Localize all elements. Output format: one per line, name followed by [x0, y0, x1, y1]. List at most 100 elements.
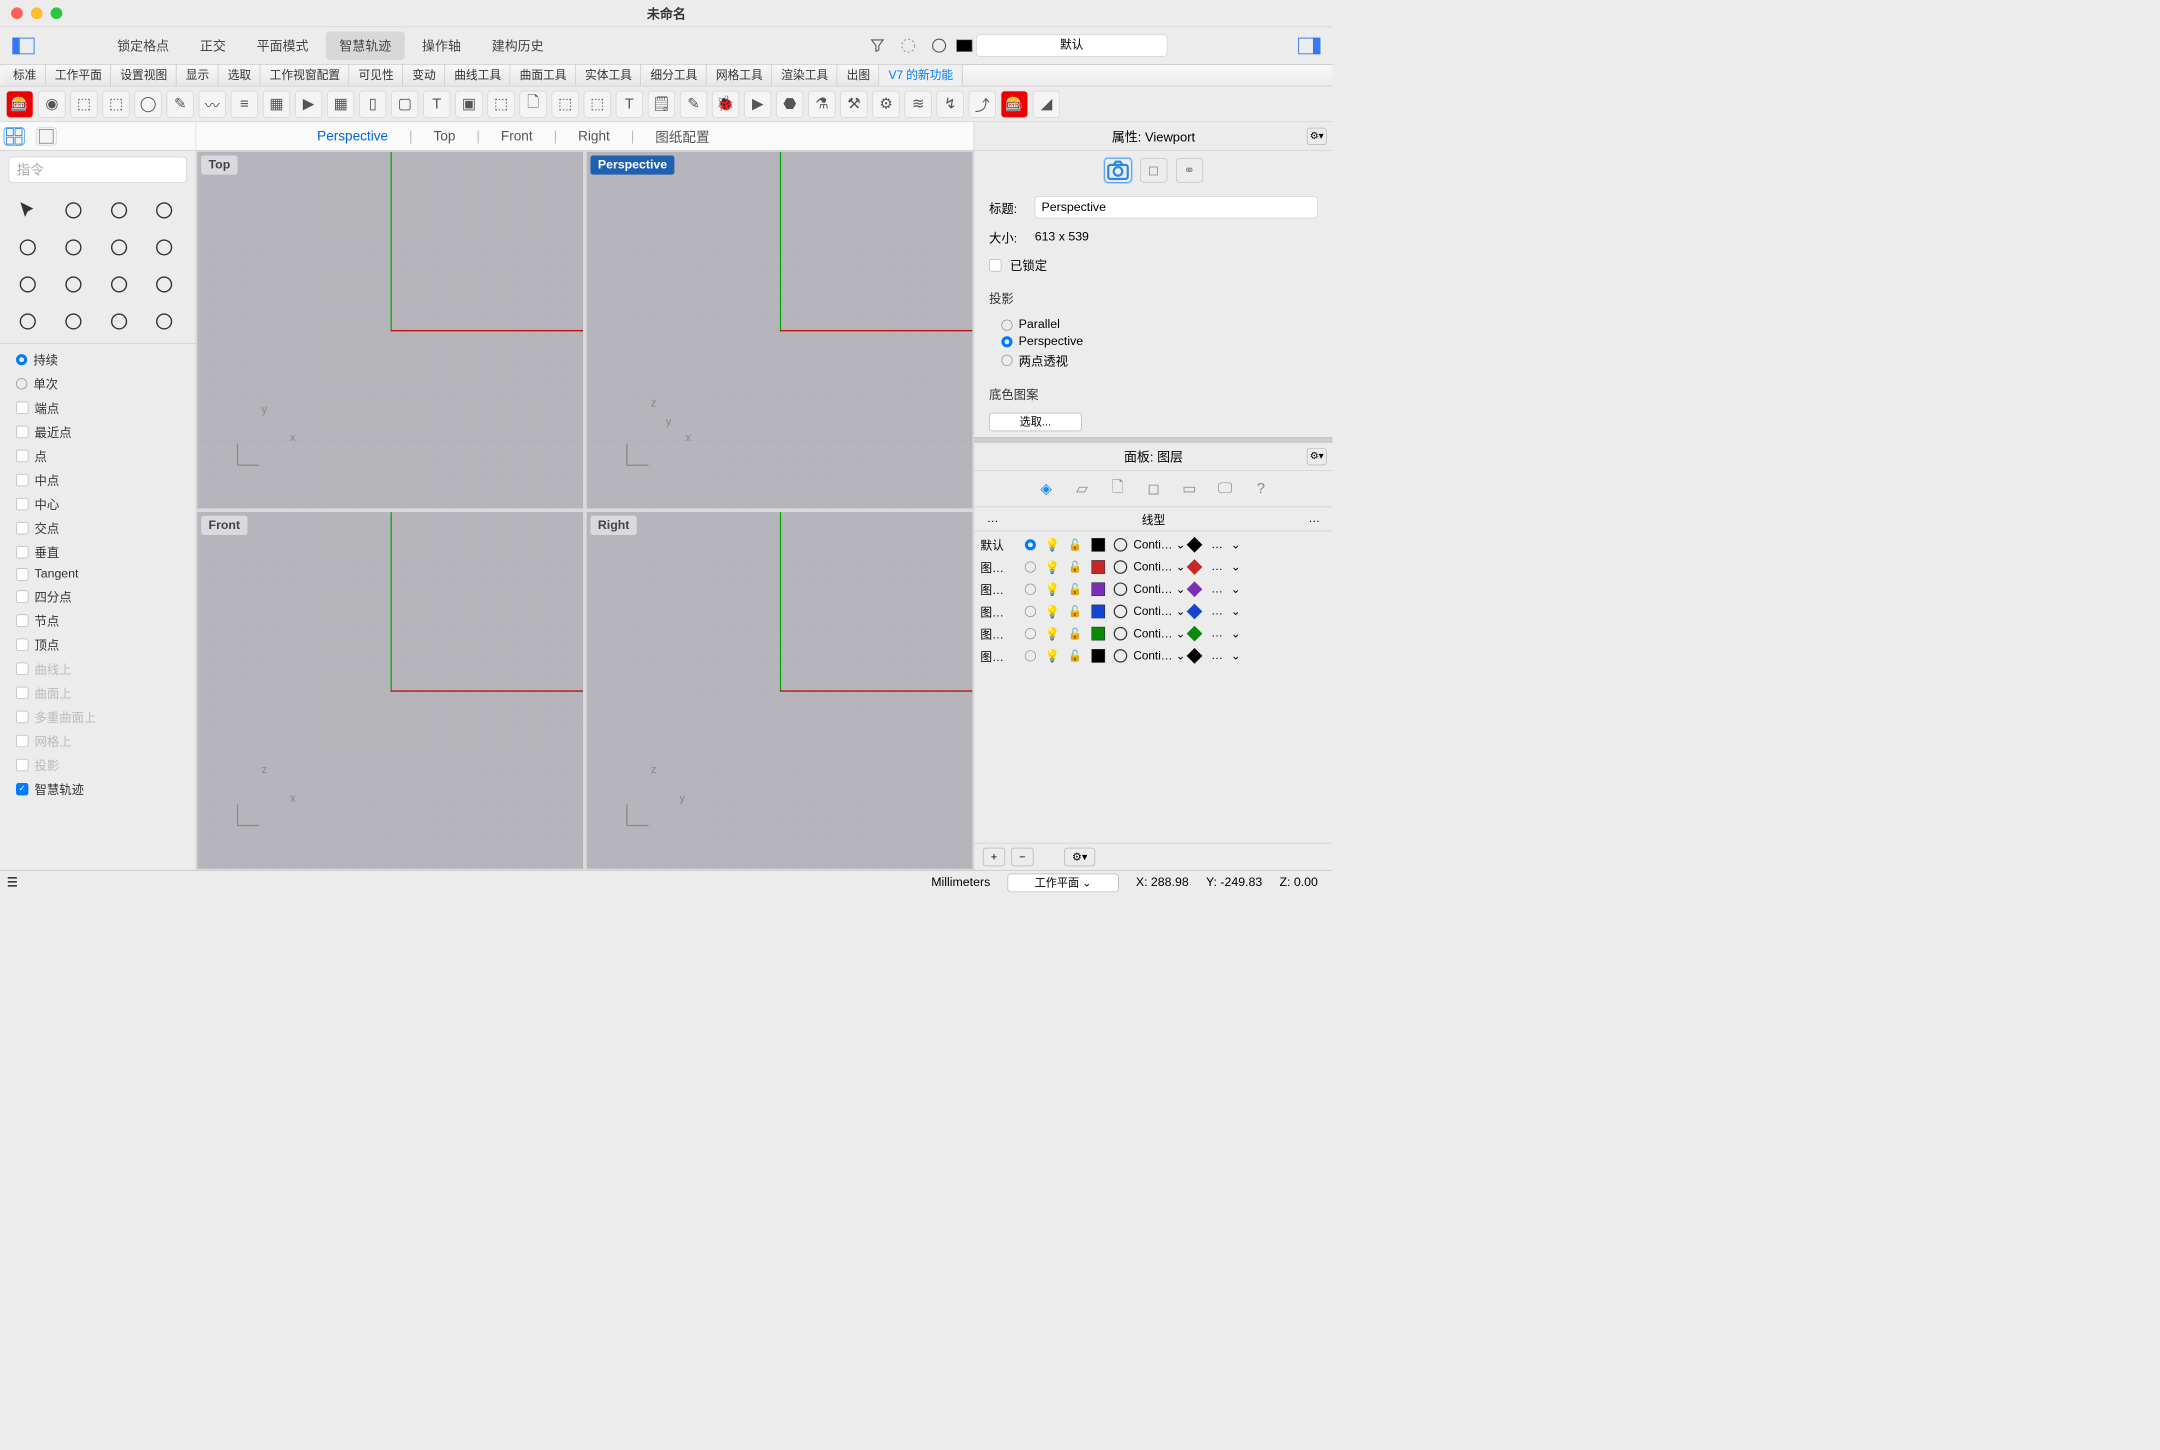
osnap-check[interactable]: [16, 638, 28, 650]
toolbar-icon[interactable]: ◢: [1033, 90, 1060, 117]
linked-icon[interactable]: ⚭: [1176, 158, 1203, 183]
help-tab-icon[interactable]: ?: [1248, 478, 1273, 500]
tab-new[interactable]: V7 的新功能: [879, 65, 962, 86]
display-tab-icon[interactable]: 🖵: [1213, 478, 1238, 500]
lock-icon[interactable]: 🔓: [1068, 561, 1089, 574]
maximize-icon[interactable]: [51, 7, 63, 19]
layer-row[interactable]: 图…💡🔓Conti… ⌄…⌄: [974, 645, 1332, 667]
hex-tool[interactable]: [11, 270, 44, 298]
color-swatch[interactable]: [1091, 582, 1105, 596]
layer-row[interactable]: 图…💡🔓Conti… ⌄…⌄: [974, 578, 1332, 600]
layer-selector[interactable]: 默认: [976, 35, 1167, 57]
gear-icon[interactable]: ⚙︎▾: [1307, 448, 1327, 465]
viewtab[interactable]: Perspective: [307, 128, 398, 144]
print-color[interactable]: [1187, 581, 1203, 597]
toolbar-icon[interactable]: ⬚: [584, 90, 611, 117]
tab[interactable]: 网格工具: [707, 65, 772, 86]
toolbar-icon[interactable]: ⚙: [872, 90, 899, 117]
bulb-icon[interactable]: 💡: [1045, 582, 1066, 597]
current-layer-radio[interactable]: [1025, 584, 1036, 595]
close-icon[interactable]: [11, 7, 23, 19]
tab[interactable]: 可见性: [349, 65, 403, 86]
toolbar-icon[interactable]: ⚒: [840, 90, 867, 117]
circle-tool[interactable]: [11, 233, 44, 261]
toolbar-icon[interactable]: ▦: [263, 90, 290, 117]
material-icon[interactable]: [1114, 649, 1128, 663]
toolbar-icon[interactable]: ⬚: [552, 90, 579, 117]
layer-row[interactable]: 图…💡🔓Conti… ⌄…⌄: [974, 600, 1332, 622]
osnap-check[interactable]: [16, 401, 28, 413]
command-input[interactable]: 指令: [9, 157, 187, 183]
tab[interactable]: 细分工具: [641, 65, 706, 86]
color-swatch[interactable]: [1091, 560, 1105, 574]
osnap-radio[interactable]: [16, 354, 27, 365]
toolbar-icon[interactable]: ◯: [135, 90, 162, 117]
layer-row[interactable]: 默认💡🔓Conti… ⌄…⌄: [974, 534, 1332, 556]
bulb-icon[interactable]: 💡: [1045, 537, 1066, 552]
mode-1[interactable]: 正交: [186, 31, 239, 59]
lock-icon[interactable]: 🔓: [1068, 538, 1089, 551]
layers-tab-icon[interactable]: ◈: [1034, 478, 1059, 500]
material-icon[interactable]: [1114, 605, 1128, 619]
ellipse-tool[interactable]: [57, 233, 90, 261]
viewtab[interactable]: Front: [491, 128, 542, 144]
tab[interactable]: 标准: [4, 65, 46, 86]
toolbar-icon[interactable]: 🗒: [648, 90, 675, 117]
viewport-title-input[interactable]: [1035, 196, 1318, 218]
arc-tool[interactable]: [102, 196, 135, 224]
viewport-perspective[interactable]: Perspectivezyx: [587, 152, 973, 509]
circle-icon[interactable]: [926, 32, 953, 59]
toolbar-icon[interactable]: T: [423, 90, 450, 117]
units[interactable]: Millimeters: [931, 876, 990, 890]
current-layer-radio[interactable]: [1025, 561, 1036, 572]
osnap-check[interactable]: [16, 449, 28, 461]
mode-5[interactable]: 建构历史: [478, 31, 557, 59]
toolbar-icon[interactable]: ▣: [455, 90, 482, 117]
osnap-check[interactable]: [16, 568, 28, 580]
toolbar-icon[interactable]: ⬣: [776, 90, 803, 117]
mode-2[interactable]: 平面模式: [243, 31, 322, 59]
viewport-top[interactable]: Topyx: [197, 152, 583, 509]
box-tool[interactable]: [11, 307, 44, 335]
color-swatch[interactable]: [956, 39, 972, 51]
osnap-check[interactable]: [16, 522, 28, 534]
layer-menu-button[interactable]: ⚙︎▾: [1064, 847, 1095, 866]
toolbar-icon[interactable]: ▶: [295, 90, 322, 117]
viewport-right[interactable]: Rightzy: [587, 512, 973, 869]
tab[interactable]: 曲面工具: [510, 65, 575, 86]
toolbar-icon[interactable]: ◉: [38, 90, 65, 117]
right-panel-toggle-icon[interactable]: [1298, 37, 1320, 54]
add-layer-button[interactable]: +: [983, 847, 1005, 866]
cursor-tool[interactable]: [11, 196, 44, 224]
single-view-icon[interactable]: [36, 127, 57, 146]
circle-dash-icon[interactable]: [895, 32, 922, 59]
rect-tool[interactable]: [148, 233, 181, 261]
dot-tool[interactable]: [57, 196, 90, 224]
toolbar-icon[interactable]: ⤴: [969, 90, 996, 117]
toolbar-icon[interactable]: 🗋: [520, 90, 547, 117]
tab[interactable]: 曲线工具: [445, 65, 510, 86]
filter-icon[interactable]: [864, 32, 891, 59]
current-layer-radio[interactable]: [1025, 628, 1036, 639]
print-color[interactable]: [1187, 626, 1203, 642]
patch-tool[interactable]: [148, 270, 181, 298]
tab[interactable]: 设置视图: [111, 65, 176, 86]
box-tab-icon[interactable]: ◻: [1141, 478, 1166, 500]
menu-icon[interactable]: ☰: [0, 875, 25, 890]
toolbar-icon[interactable]: ▶: [744, 90, 771, 117]
lock-icon[interactable]: 🔓: [1068, 583, 1089, 596]
tab[interactable]: 选取: [218, 65, 260, 86]
poly-tool[interactable]: [102, 233, 135, 261]
osnap-check[interactable]: [16, 546, 28, 558]
osnap-check[interactable]: [16, 498, 28, 510]
layer-row[interactable]: 图…💡🔓Conti… ⌄…⌄: [974, 556, 1332, 578]
remove-layer-button[interactable]: −: [1011, 847, 1033, 866]
curve-tool[interactable]: [148, 196, 181, 224]
layer-row[interactable]: 图…💡🔓Conti… ⌄…⌄: [974, 623, 1332, 645]
toolbar-icon[interactable]: ⬚: [487, 90, 514, 117]
material-icon[interactable]: [1114, 627, 1128, 641]
material-icon[interactable]: [1114, 560, 1128, 574]
viewtab[interactable]: Top: [424, 128, 466, 144]
toolbar-icon[interactable]: ✎: [680, 90, 707, 117]
minimize-icon[interactable]: [31, 7, 43, 19]
